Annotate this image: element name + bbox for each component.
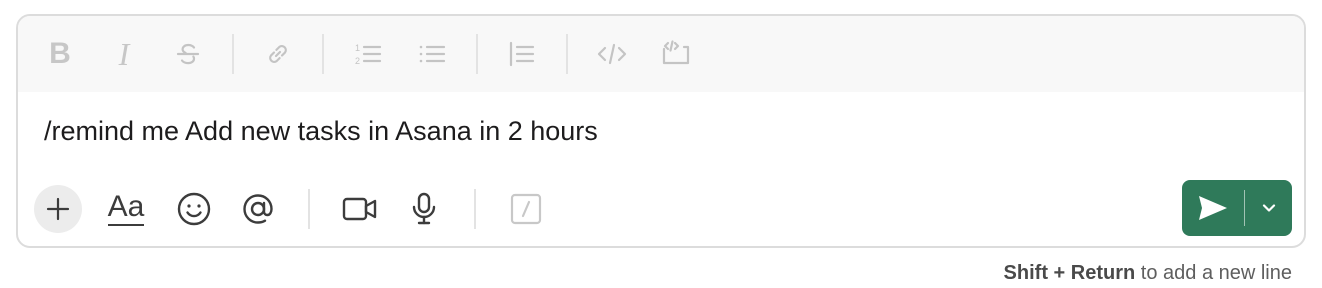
ordered-list-button[interactable]: 1 2 — [348, 34, 388, 74]
strikethrough-button[interactable] — [168, 34, 208, 74]
code-button[interactable] — [592, 34, 632, 74]
ordered-list-icon: 1 2 — [355, 43, 382, 66]
toolbar-divider — [474, 189, 476, 229]
mention-button[interactable] — [234, 185, 282, 233]
chevron-down-icon — [1262, 204, 1275, 212]
blockquote-icon — [509, 41, 535, 67]
text-format-icon: Aa — [107, 192, 145, 226]
formatting-toggle-button[interactable]: Aa — [98, 185, 154, 233]
svg-text:1: 1 — [355, 43, 360, 53]
italic-icon: I — [118, 35, 130, 72]
shortcut-label: Shift + Return — [1003, 262, 1136, 284]
plus-icon — [46, 197, 70, 221]
toolbar-divider — [322, 34, 324, 74]
italic-button[interactable]: I — [104, 34, 144, 74]
message-composer: B I 1 2 /remind me Add new tasks in Asan… — [16, 14, 1306, 248]
code-icon — [597, 43, 627, 65]
svg-text:2: 2 — [355, 56, 360, 66]
link-icon — [269, 45, 287, 63]
formatting-toolbar: B I 1 2 — [18, 16, 1304, 92]
bulleted-list-icon — [419, 45, 446, 63]
slash-command-button[interactable] — [502, 185, 550, 233]
bold-icon: B — [49, 37, 71, 70]
send-button[interactable] — [1182, 180, 1244, 236]
send-icon — [1199, 196, 1227, 220]
microphone-icon — [412, 192, 436, 225]
code-block-button[interactable] — [656, 34, 696, 74]
slash-command-icon — [510, 193, 542, 225]
link-button[interactable] — [258, 34, 298, 74]
video-icon — [342, 197, 377, 221]
toolbar-divider — [232, 34, 234, 74]
message-input[interactable]: /remind me Add new tasks in Asana in 2 h… — [44, 116, 598, 147]
toolbar-divider — [476, 34, 478, 74]
mention-icon — [243, 194, 273, 224]
blockquote-button[interactable] — [502, 34, 542, 74]
send-options-button[interactable] — [1245, 180, 1292, 236]
audio-clip-button[interactable] — [400, 185, 448, 233]
composer-actions: Aa — [34, 184, 566, 234]
toolbar-divider — [566, 34, 568, 74]
send-button-group — [1182, 180, 1292, 236]
video-clip-button[interactable] — [336, 185, 384, 233]
bulleted-list-button[interactable] — [412, 34, 452, 74]
emoji-button[interactable] — [170, 185, 218, 233]
code-block-icon — [662, 40, 690, 65]
strikethrough-icon — [176, 43, 200, 65]
bold-button[interactable]: B — [40, 34, 80, 74]
hint-text: to add a new line — [1135, 262, 1292, 284]
toolbar-divider — [308, 189, 310, 229]
newline-hint: Shift + Return to add a new line — [1004, 262, 1292, 285]
attach-button[interactable] — [34, 185, 82, 233]
emoji-icon — [177, 192, 211, 226]
